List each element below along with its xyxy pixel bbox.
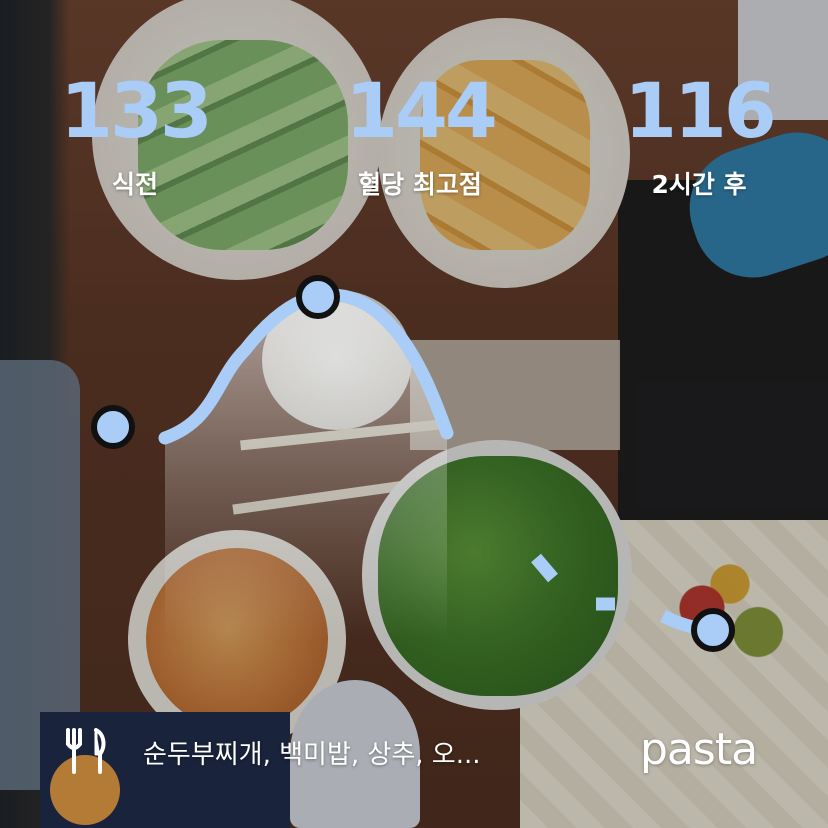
meal-description: 순두부찌개, 백미밥, 상추, 오... [143, 740, 481, 770]
pasta-logo: pasta [640, 724, 758, 775]
glucose-curve-graphic [91, 275, 735, 652]
glucose-share-card: 133 식전 144 혈당 최고점 116 2시간 후 순두부찌개, 백미밥, … [0, 0, 828, 828]
after-2h-marker [691, 608, 735, 652]
peak-marker [296, 275, 340, 319]
curve-dashed-tail [531, 553, 711, 637]
before-meal-marker [91, 405, 135, 449]
fork-knife-icon [66, 728, 106, 774]
